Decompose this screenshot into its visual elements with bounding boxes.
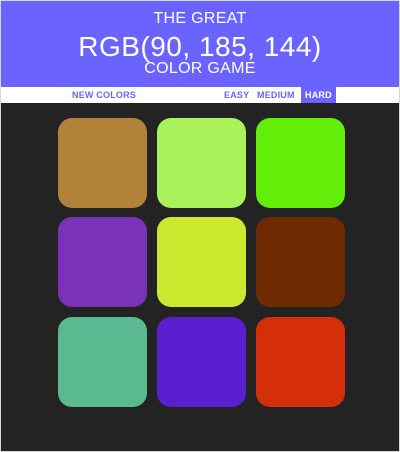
- color-square-2[interactable]: [157, 118, 246, 208]
- easy-mode-button[interactable]: EASY: [220, 87, 253, 103]
- medium-mode-button[interactable]: MEDIUM: [253, 87, 299, 103]
- hard-mode-button[interactable]: HARD: [301, 87, 336, 103]
- color-square-8[interactable]: [157, 317, 246, 407]
- color-square-5[interactable]: [157, 217, 246, 307]
- color-square-9[interactable]: [256, 317, 345, 407]
- control-stripe: NEW COLORS EASY MEDIUM HARD: [1, 87, 399, 103]
- color-square-7[interactable]: [58, 317, 147, 407]
- color-board: [1, 103, 399, 451]
- color-square-1[interactable]: [58, 118, 147, 208]
- target-rgb-display: RGB(90, 185, 144): [78, 31, 322, 62]
- new-colors-button[interactable]: NEW COLORS: [67, 87, 141, 103]
- color-square-6[interactable]: [256, 217, 345, 307]
- color-square-3[interactable]: [256, 118, 345, 208]
- color-square-4[interactable]: [58, 217, 147, 307]
- title-bottom: COLOR GAME: [144, 60, 256, 77]
- page-frame: THE GREAT RGB(90, 185, 144) COLOR GAME N…: [0, 0, 400, 452]
- header: THE GREAT RGB(90, 185, 144) COLOR GAME: [1, 1, 399, 87]
- title-top: THE GREAT: [153, 10, 247, 27]
